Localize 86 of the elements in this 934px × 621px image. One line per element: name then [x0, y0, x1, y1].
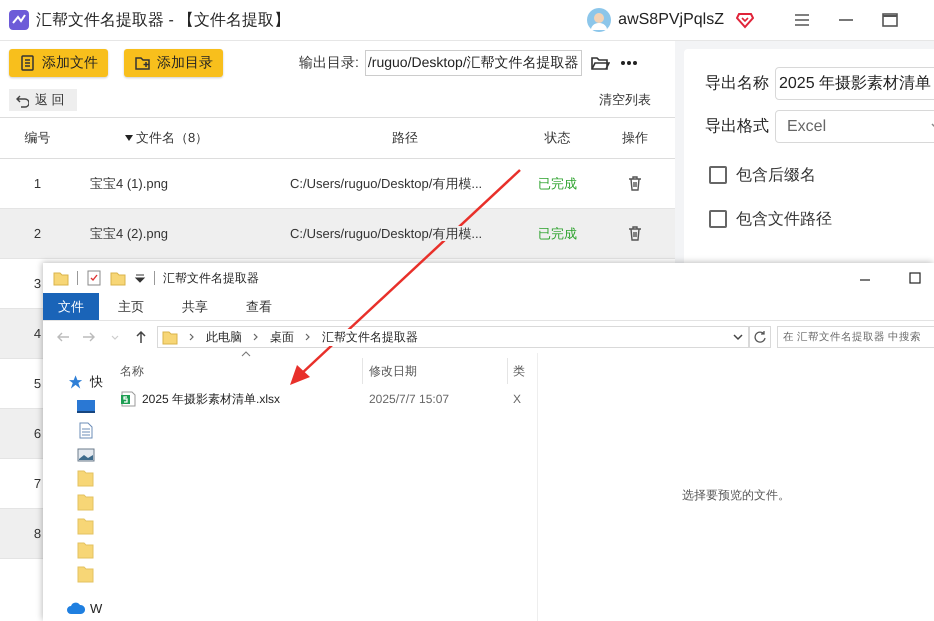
checkbox-label: 包含后缀名	[736, 166, 816, 186]
spreadsheet-file-icon	[120, 391, 136, 407]
back-button[interactable]: 返 回	[9, 89, 77, 111]
add-file-button[interactable]: 添加文件	[9, 48, 108, 76]
sort-icon[interactable]	[125, 135, 133, 141]
checkbox-label: 包含文件路径	[736, 210, 832, 230]
maximize-icon[interactable]	[909, 272, 921, 284]
window-title: 汇帮文件名提取器	[163, 270, 259, 286]
row-number: 3	[34, 276, 42, 291]
chevron-right-icon	[188, 332, 196, 342]
chevron-down-icon	[732, 332, 744, 342]
format-dropdown[interactable]: Excel	[775, 110, 934, 143]
folder-icon	[53, 270, 69, 286]
column-header[interactable]: 文件名（8）	[136, 129, 208, 147]
row-number: 4	[34, 326, 42, 341]
file-name: 宝宝4 (1).png	[90, 176, 168, 190]
user-name: awS8PVjPqlsZ	[618, 11, 724, 29]
nav-item[interactable]: 快	[90, 373, 103, 391]
ribbon-tab[interactable]: 文件	[43, 293, 99, 320]
field-label: 导出格式	[705, 116, 769, 137]
add-folder-button[interactable]: 添加目录	[124, 48, 223, 76]
refresh-icon	[753, 330, 767, 344]
row-number: 6	[34, 426, 42, 441]
output-label: 输出目录:	[299, 54, 359, 72]
row-number: 1	[34, 176, 42, 191]
file-name: 宝宝4 (2).png	[90, 226, 168, 240]
breadcrumb[interactable]: 桌面	[270, 328, 294, 346]
column-header[interactable]: 修改日期	[369, 362, 417, 380]
folder-icon	[77, 518, 95, 534]
trash-icon[interactable]	[627, 175, 643, 192]
dropdown-icon[interactable]	[134, 272, 146, 284]
trash-icon[interactable]	[627, 225, 643, 242]
folder-icon	[77, 566, 95, 582]
status-text: 已完成	[538, 176, 577, 190]
clear-list-button[interactable]: 清空列表	[599, 91, 651, 109]
picture-icon	[77, 446, 95, 462]
menu-icon[interactable]	[793, 11, 811, 29]
file-type: X	[513, 392, 522, 406]
column-header: 状态	[544, 130, 570, 145]
checklist-icon	[86, 270, 102, 286]
document-icon	[77, 422, 95, 438]
column-header[interactable]: 类	[513, 362, 525, 380]
vip-diamond-icon	[736, 11, 754, 29]
chevron-right-icon	[252, 332, 260, 342]
output-directory-field[interactable]: /ruguo/Desktop/汇帮文件名提取器	[364, 50, 582, 76]
app-logo-icon	[8, 9, 30, 31]
refresh-button[interactable]	[749, 326, 771, 348]
file-path: C:/Users/ruguo/Desktop/有用模...	[290, 226, 482, 240]
file-name[interactable]: 2025 年摄影素材清单.xlsx	[142, 390, 280, 408]
folder-icon	[162, 329, 178, 345]
cloud-icon	[67, 600, 85, 616]
address-bar[interactable]: 此电脑 桌面 汇帮文件名提取器	[157, 326, 749, 348]
file-path: C:/Users/ruguo/Desktop/有用模...	[290, 176, 482, 190]
preview-message: 选择要预览的文件。	[682, 486, 790, 504]
modified-date: 2025/7/7 15:07	[369, 392, 450, 406]
breadcrumb[interactable]: 汇帮文件名提取器	[322, 328, 418, 346]
maximize-icon[interactable]	[881, 11, 899, 29]
checkbox[interactable]	[709, 210, 727, 228]
row-number: 5	[34, 376, 42, 391]
search-field[interactable]: 在 汇帮文件名提取器 中搜索	[777, 326, 934, 348]
folder-icon	[110, 270, 126, 286]
nav-item[interactable]: W	[90, 600, 102, 616]
field-label: 导出名称	[705, 74, 769, 94]
folder-icon	[77, 470, 95, 486]
column-header[interactable]: 名称	[120, 364, 144, 378]
window-title: 汇帮文件名提取器 - 【文件名提取】	[36, 10, 290, 30]
export-name-field[interactable]: 2025 年摄影素材清单	[775, 67, 934, 100]
desktop-icon	[77, 398, 95, 414]
column-header: 路径	[392, 130, 418, 145]
ribbon-tab[interactable]: 主页	[99, 293, 163, 320]
ribbon-tab[interactable]: 共享	[163, 293, 227, 320]
checkbox[interactable]	[709, 166, 727, 184]
breadcrumb[interactable]: 此电脑	[206, 328, 242, 346]
row-number: 2	[34, 226, 42, 241]
chevron-right-icon	[304, 332, 312, 342]
folder-icon	[77, 542, 95, 558]
column-header: 编号	[24, 130, 50, 145]
status-text: 已完成	[538, 226, 577, 240]
row-number: 7	[34, 476, 42, 491]
star-icon	[68, 374, 85, 390]
column-header: 操作	[622, 129, 648, 147]
ribbon-tab[interactable]: 查看	[227, 293, 291, 320]
avatar-icon	[586, 7, 612, 33]
sort-caret-icon	[241, 350, 251, 358]
document-icon	[19, 54, 37, 72]
row-number: 8	[34, 526, 42, 541]
